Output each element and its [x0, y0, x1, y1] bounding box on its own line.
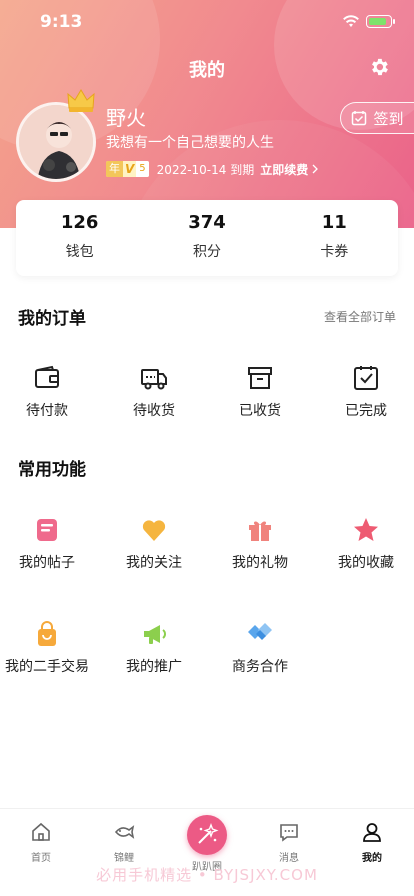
function-label: 我的关注 — [126, 555, 182, 571]
crown-icon — [67, 89, 95, 112]
handshake-icon — [248, 623, 272, 640]
order-item-label: 待付款 — [26, 403, 68, 419]
renew-link[interactable]: 立即续费 — [260, 161, 308, 178]
function-label: 我的收藏 — [338, 555, 394, 571]
archive-box-icon — [248, 367, 272, 389]
vip-expire-date: 2022-10-14 到期 — [156, 162, 255, 177]
gift-icon — [249, 521, 271, 541]
function-label: 商务合作 — [232, 659, 288, 675]
vip-level: 5 — [136, 161, 149, 177]
star-icon — [354, 518, 378, 541]
stat-value: 126 — [60, 212, 99, 233]
my-follows[interactable]: 我的关注 — [104, 516, 204, 572]
tab-label: 消息 — [279, 853, 299, 864]
checkin-label: 签到 — [373, 109, 404, 128]
bio: 我想有一个自己想要的人生 — [106, 135, 274, 151]
tab-label: 锦鲤 — [114, 853, 134, 864]
my-second-hand-trades[interactable]: 我的二手交易 — [0, 620, 97, 676]
nickname: 野火 — [106, 106, 146, 130]
page-title: 我的 — [189, 60, 225, 81]
tab-label: 首页 — [31, 853, 51, 864]
function-label: 我的帖子 — [19, 555, 75, 571]
tab-messages[interactable]: 消息 — [254, 821, 324, 864]
order-item-label: 已收货 — [239, 403, 281, 419]
user-icon — [363, 823, 381, 842]
stat-wallet[interactable]: 126 钱包 — [16, 200, 143, 276]
my-gifts[interactable]: 我的礼物 — [210, 516, 310, 572]
bag-icon — [38, 621, 56, 646]
chevron-right-icon — [312, 164, 319, 174]
gear-icon[interactable] — [368, 56, 390, 78]
view-all-orders-link[interactable]: 查看全部订单 — [324, 308, 396, 325]
post-icon — [37, 519, 57, 541]
avatar-image — [19, 105, 93, 179]
tab-mine[interactable]: 我的 — [337, 821, 407, 864]
stat-label: 卡券 — [320, 244, 349, 260]
function-label: 我的推广 — [126, 659, 182, 675]
checkin-button[interactable]: 签到 — [340, 102, 414, 134]
koi-icon — [114, 825, 135, 839]
calendar-check-icon — [352, 111, 367, 126]
functions-title: 常用功能 — [18, 460, 86, 480]
stat-value: 374 — [188, 212, 226, 233]
watermark: 必用手机精选 • BYJSJXY.COM — [96, 866, 318, 884]
my-promotion[interactable]: 我的推广 — [104, 620, 204, 676]
truck-icon — [141, 369, 167, 390]
vip-year-label: 年 — [106, 161, 123, 177]
wifi-icon — [343, 15, 359, 27]
vip-badge: 年 V 5 — [106, 161, 149, 177]
status-time: 9:13 — [40, 12, 83, 32]
status-bar: 9:13 — [0, 0, 414, 44]
function-label: 我的礼物 — [232, 555, 288, 571]
order-completed[interactable]: 已完成 — [316, 364, 414, 420]
business-cooperation[interactable]: 商务合作 — [210, 620, 310, 676]
order-pending-payment[interactable]: 待付款 — [0, 364, 97, 420]
tab-koi[interactable]: 锦鲤 — [89, 821, 159, 864]
home-icon — [32, 822, 50, 841]
tab-home[interactable]: 首页 — [6, 821, 76, 864]
order-received[interactable]: 已收货 — [210, 364, 310, 420]
check-square-icon — [354, 366, 378, 390]
tab-label: 我的 — [362, 853, 382, 864]
my-favorites[interactable]: 我的收藏 — [316, 516, 414, 572]
function-label: 我的二手交易 — [5, 659, 89, 675]
stat-label: 钱包 — [65, 244, 94, 260]
heart-icon — [142, 520, 166, 541]
avatar[interactable] — [16, 102, 96, 182]
stats-card: 126 钱包 374 积分 11 卡券 — [16, 200, 398, 276]
stat-coupons[interactable]: 11 卡券 — [271, 200, 398, 276]
message-icon — [280, 824, 298, 842]
my-posts[interactable]: 我的帖子 — [0, 516, 97, 572]
battery-icon — [366, 15, 395, 28]
order-pending-delivery[interactable]: 待收货 — [104, 364, 204, 420]
wallet-icon — [35, 365, 59, 388]
vip-row: 年 V 5 2022-10-14 到期 立即续费 — [106, 160, 319, 178]
stat-points[interactable]: 374 积分 — [143, 200, 270, 276]
orders-title: 我的订单 — [18, 309, 86, 329]
megaphone-icon — [144, 625, 166, 644]
profile-header: 9:13 我的 野火 我想有一个自己想要的人生 年 V 5 2022-10-14… — [0, 0, 414, 228]
order-item-label: 待收货 — [133, 403, 175, 419]
vip-letter: V — [125, 162, 135, 176]
stat-label: 积分 — [192, 244, 221, 260]
order-item-label: 已完成 — [345, 403, 387, 419]
stat-value: 11 — [321, 212, 347, 233]
magic-icon — [187, 815, 227, 855]
